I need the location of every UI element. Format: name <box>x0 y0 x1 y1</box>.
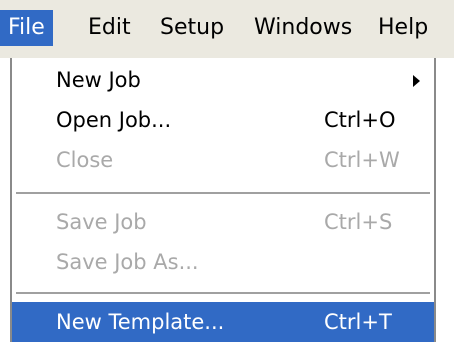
menu-item-shortcut: Ctrl+T <box>324 310 392 334</box>
menu-item-open-job[interactable]: Open Job... Ctrl+O <box>12 100 434 140</box>
menu-edit[interactable]: Edit <box>80 10 139 46</box>
menu-setup[interactable]: Setup <box>152 10 232 46</box>
menu-item-new-job[interactable]: New Job <box>12 60 434 100</box>
menu-item-save-job[interactable]: Save Job Ctrl+S <box>12 202 434 242</box>
menu-item-save-job-as[interactable]: Save Job As... <box>12 242 434 282</box>
menu-separator <box>16 192 430 194</box>
menu-bar: File Edit Setup Windows Help <box>0 0 454 58</box>
menu-item-label: New Template... <box>56 310 225 334</box>
menu-item-shortcut: Ctrl+O <box>324 108 396 132</box>
file-menu-dropdown: New Job Open Job... Ctrl+O Close Ctrl+W … <box>10 58 436 342</box>
menu-item-label: Open Job... <box>56 108 172 132</box>
menu-file[interactable]: File <box>0 10 53 46</box>
menu-windows[interactable]: Windows <box>246 10 360 46</box>
menu-item-label: Close <box>56 148 114 172</box>
menu-item-label: New Job <box>56 68 141 92</box>
menu-item-label: Save Job As... <box>56 250 199 274</box>
menu-help[interactable]: Help <box>370 10 436 46</box>
submenu-arrow-icon <box>413 75 420 87</box>
menu-item-shortcut: Ctrl+S <box>324 210 393 234</box>
menu-item-label: Save Job <box>56 210 147 234</box>
menu-separator <box>16 292 430 294</box>
menu-item-shortcut: Ctrl+W <box>324 148 400 172</box>
menu-item-close[interactable]: Close Ctrl+W <box>12 140 434 180</box>
menu-item-new-template[interactable]: New Template... Ctrl+T <box>12 302 434 342</box>
